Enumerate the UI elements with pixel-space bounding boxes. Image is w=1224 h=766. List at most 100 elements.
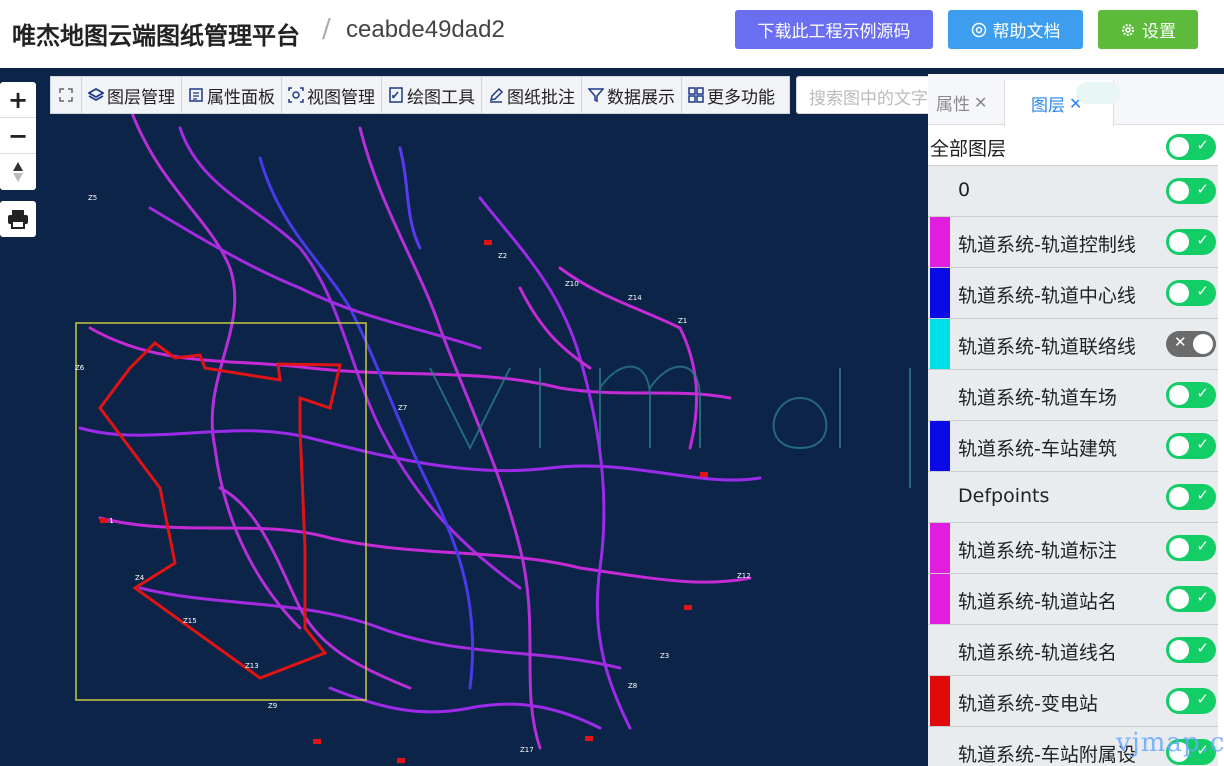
- toolbar-more[interactable]: 更多功能: [682, 77, 781, 113]
- layer-name: 轨道系统-轨道标注: [958, 540, 1117, 562]
- download-source-button[interactable]: 下载此工程示例源码: [735, 10, 933, 49]
- layer-color-swatch: [930, 268, 950, 319]
- toggle-knob: [1169, 691, 1189, 711]
- toggle-knob: [1169, 640, 1189, 660]
- layer-row[interactable]: 轨道系统-车站建筑 ✓: [928, 420, 1218, 472]
- check-icon: ✓: [1196, 136, 1209, 154]
- svg-text:Z17: Z17: [520, 746, 534, 754]
- watermark: vjmap.com: [1116, 728, 1224, 758]
- layer-visibility-toggle[interactable]: ✓: [1166, 433, 1216, 459]
- gear-icon: [1122, 23, 1134, 36]
- layer-color-swatch: [930, 523, 950, 574]
- check-icon: ✓: [1196, 690, 1209, 708]
- layer-color-swatch: [930, 421, 950, 472]
- layer-visibility-toggle[interactable]: ✓: [1166, 688, 1216, 714]
- compass-button[interactable]: [0, 154, 36, 190]
- layer-color-swatch: [930, 574, 950, 625]
- toolbar-property-panel[interactable]: 属性面板: [182, 77, 282, 113]
- toggle-knob: [1169, 589, 1189, 609]
- toolbar-layer-manage[interactable]: 图层管理: [82, 77, 182, 113]
- all-layers-label: 全部图层: [930, 138, 1007, 160]
- layer-row[interactable]: Defpoints ✓: [928, 471, 1218, 523]
- toolbar-label: 数据展示: [607, 87, 675, 108]
- layer-row[interactable]: 轨道系统-轨道线名 ✓: [928, 624, 1218, 676]
- toolbar-label: 绘图工具: [407, 87, 475, 108]
- tab-properties-label: 属性: [936, 95, 970, 115]
- layer-row[interactable]: 轨道系统-轨道站名 ✓: [928, 573, 1218, 625]
- svg-text:Z1: Z1: [678, 317, 687, 325]
- layer-visibility-toggle[interactable]: ✓: [1166, 637, 1216, 663]
- toolbar-annotation[interactable]: 图纸批注: [482, 77, 582, 113]
- toolbar-data-display[interactable]: 数据展示: [582, 77, 682, 113]
- tab-properties[interactable]: 属性 ✕: [936, 80, 987, 125]
- layer-visibility-toggle[interactable]: ✓: [1166, 484, 1216, 510]
- layer-color-swatch: [930, 676, 950, 727]
- project-id: ceabde49dad2: [346, 16, 505, 43]
- layer-color-swatch: [930, 727, 950, 766]
- layer-visibility-toggle[interactable]: ✓: [1166, 229, 1216, 255]
- toolbar-draw-tools[interactable]: 绘图工具: [382, 77, 482, 113]
- layer-name: Defpoints: [958, 485, 1050, 507]
- layer-name: 轨道系统-车站建筑: [958, 438, 1117, 460]
- toolbar-label: 属性面板: [207, 87, 275, 108]
- help-docs-button[interactable]: 帮助文档: [948, 10, 1083, 49]
- layer-row[interactable]: 轨道系统-轨道控制线 ✓: [928, 216, 1218, 268]
- layer-visibility-toggle[interactable]: ✕: [1166, 331, 1216, 357]
- layer-visibility-toggle[interactable]: ✓: [1166, 178, 1216, 204]
- toggle-knob: [1193, 334, 1213, 354]
- zoom-out-button[interactable]: −: [0, 118, 36, 154]
- settings-button[interactable]: 设置: [1098, 10, 1198, 49]
- layer-color-swatch: [930, 166, 950, 217]
- compass-icon: [13, 162, 23, 182]
- close-icon[interactable]: ✕: [974, 93, 987, 112]
- help-docs-label: 帮助文档: [992, 22, 1061, 42]
- all-layers-toggle[interactable]: ✓: [1166, 134, 1216, 160]
- layer-color-swatch: [930, 370, 950, 421]
- title-separator: /: [322, 14, 331, 44]
- layer-visibility-toggle[interactable]: ✓: [1166, 382, 1216, 408]
- layer-color-swatch: [930, 625, 950, 676]
- layer-name: 轨道系统-轨道联络线: [958, 336, 1136, 358]
- toggle-knob: [1169, 181, 1189, 201]
- layer-row[interactable]: 轨道系统-轨道联络线 ✕: [928, 318, 1218, 370]
- svg-text:Z9: Z9: [268, 702, 277, 710]
- list-icon: [189, 88, 203, 102]
- layer-visibility-toggle[interactable]: ✓: [1166, 280, 1216, 306]
- draw-icon: [389, 87, 403, 103]
- svg-text:Z6: Z6: [75, 364, 85, 372]
- svg-text:Z10: Z10: [565, 280, 579, 288]
- layer-name: 轨道系统-轨道控制线: [958, 234, 1136, 256]
- layer-row[interactable]: 轨道系统-轨道车场 ✓: [928, 369, 1218, 421]
- search-input[interactable]: 搜索图中的文字: [796, 76, 936, 114]
- layer-row[interactable]: 轨道系统-轨道标注 ✓: [928, 522, 1218, 574]
- toggle-knob: [1169, 283, 1189, 303]
- svg-text:Z14: Z14: [628, 294, 642, 302]
- view-icon: [288, 87, 304, 103]
- toolbar-label: 图纸批注: [507, 87, 575, 108]
- all-layers-row: 全部图层 ✓: [928, 126, 1224, 166]
- layer-visibility-toggle[interactable]: ✓: [1166, 535, 1216, 561]
- svg-text:Z8: Z8: [628, 682, 637, 690]
- panel-pill: [1076, 82, 1120, 104]
- layer-row[interactable]: 轨道系统-轨道中心线 ✓: [928, 267, 1218, 319]
- filter-icon: [588, 88, 604, 103]
- toolbar-view-manage[interactable]: 视图管理: [282, 77, 382, 113]
- fullscreen-button[interactable]: [51, 77, 82, 113]
- check-icon: ✓: [1196, 384, 1209, 402]
- layer-row[interactable]: 0 ✓: [928, 165, 1218, 217]
- layer-name: 0: [958, 179, 971, 201]
- panel-tabs: 属性 ✕ 图层 ✕: [928, 74, 1224, 126]
- layer-row[interactable]: 轨道系统-变电站 ✓: [928, 675, 1218, 727]
- layer-list: 0 ✓ 轨道系统-轨道控制线 ✓ 轨道系统-轨道中心线 ✓ 轨道系统-轨道联络线 ✕ 轨道系统-…: [928, 165, 1218, 766]
- print-button[interactable]: [0, 201, 36, 237]
- check-icon: ✓: [1196, 435, 1209, 453]
- layer-visibility-toggle[interactable]: ✓: [1166, 586, 1216, 612]
- svg-text:Z5: Z5: [88, 194, 97, 202]
- toolbar-label: 图层管理: [107, 87, 175, 108]
- svg-text:Z7: Z7: [398, 404, 407, 412]
- zoom-in-button[interactable]: +: [0, 82, 36, 118]
- settings-label: 设置: [1142, 22, 1176, 42]
- help-icon: [971, 22, 986, 37]
- toggle-knob: [1169, 487, 1189, 507]
- layer-name: 轨道系统-变电站: [958, 693, 1098, 715]
